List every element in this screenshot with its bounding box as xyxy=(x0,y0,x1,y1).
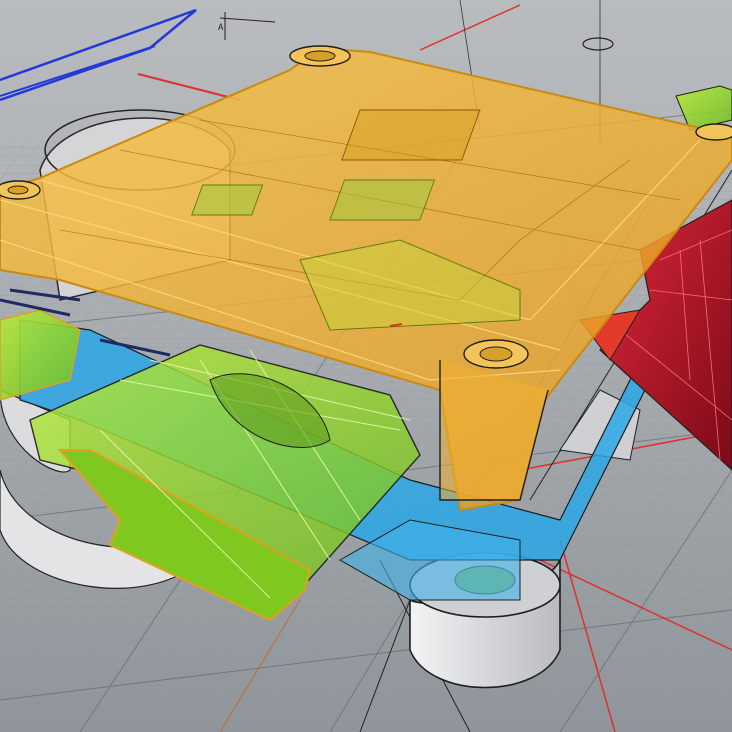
3d-scene[interactable]: A xyxy=(0,0,732,732)
modeling-viewport[interactable]: A xyxy=(0,0,732,732)
dimension-annotation: A xyxy=(218,23,224,33)
